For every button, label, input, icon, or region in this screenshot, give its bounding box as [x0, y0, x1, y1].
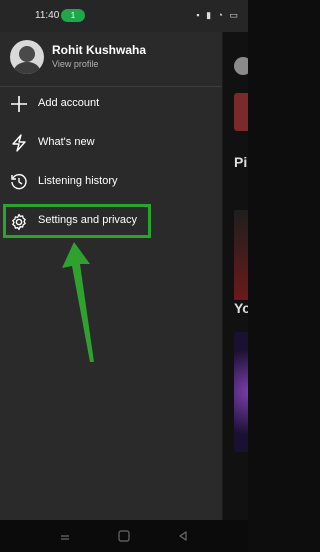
profile-name[interactable]: Rohit Kushwaha	[52, 43, 146, 57]
background-heading: Yo	[234, 300, 248, 316]
history-icon	[11, 173, 27, 190]
wifi-icon: ◔	[217, 10, 225, 20]
status-time: 11:40	[35, 10, 60, 21]
system-navigation-bar	[0, 520, 248, 552]
background-tile	[234, 210, 248, 300]
view-profile-link[interactable]: View profile	[52, 59, 98, 69]
home-button-icon[interactable]	[117, 529, 131, 543]
menu-item-whats-new[interactable]: What's new	[0, 125, 222, 161]
back-button-icon[interactable]	[176, 529, 190, 543]
lightning-icon	[12, 134, 26, 152]
status-icons: ▪ ▮ ◔ ▭	[196, 10, 240, 21]
menu-button-icon[interactable]	[58, 529, 72, 543]
menu-item-label: What's new	[38, 136, 95, 148]
background-app: Pi Yo	[222, 32, 248, 520]
navigation-drawer: Rohit Kushwaha View profile Add account …	[0, 32, 223, 520]
battery-icon: ▭	[229, 10, 240, 20]
avatar-body	[14, 62, 40, 74]
status-badge: 1	[61, 9, 85, 22]
background-heading: Pi	[234, 154, 248, 170]
gear-icon	[12, 213, 26, 231]
avatar[interactable]	[10, 40, 44, 74]
notification-icon: ▪	[196, 10, 202, 20]
background-avatar	[234, 57, 248, 75]
avatar-head	[19, 46, 35, 62]
menu-item-label: Add account	[38, 97, 100, 109]
status-bar: 11:40 1 ▪ ▮ ◔ ▭	[0, 0, 248, 32]
menu-item-listening-history[interactable]: Listening history	[0, 164, 222, 200]
background-tile	[234, 332, 248, 452]
annotation-arrow	[62, 242, 94, 362]
plus-icon	[11, 96, 27, 112]
menu-item-label: Settings and privacy	[38, 214, 138, 226]
menu-item-label: Listening history	[38, 175, 118, 187]
menu-item-add-account[interactable]: Add account	[0, 86, 222, 122]
background-tile	[234, 93, 248, 131]
menu-item-settings-and-privacy[interactable]: Settings and privacy	[3, 204, 151, 238]
signal-icon: ▮	[206, 10, 214, 20]
